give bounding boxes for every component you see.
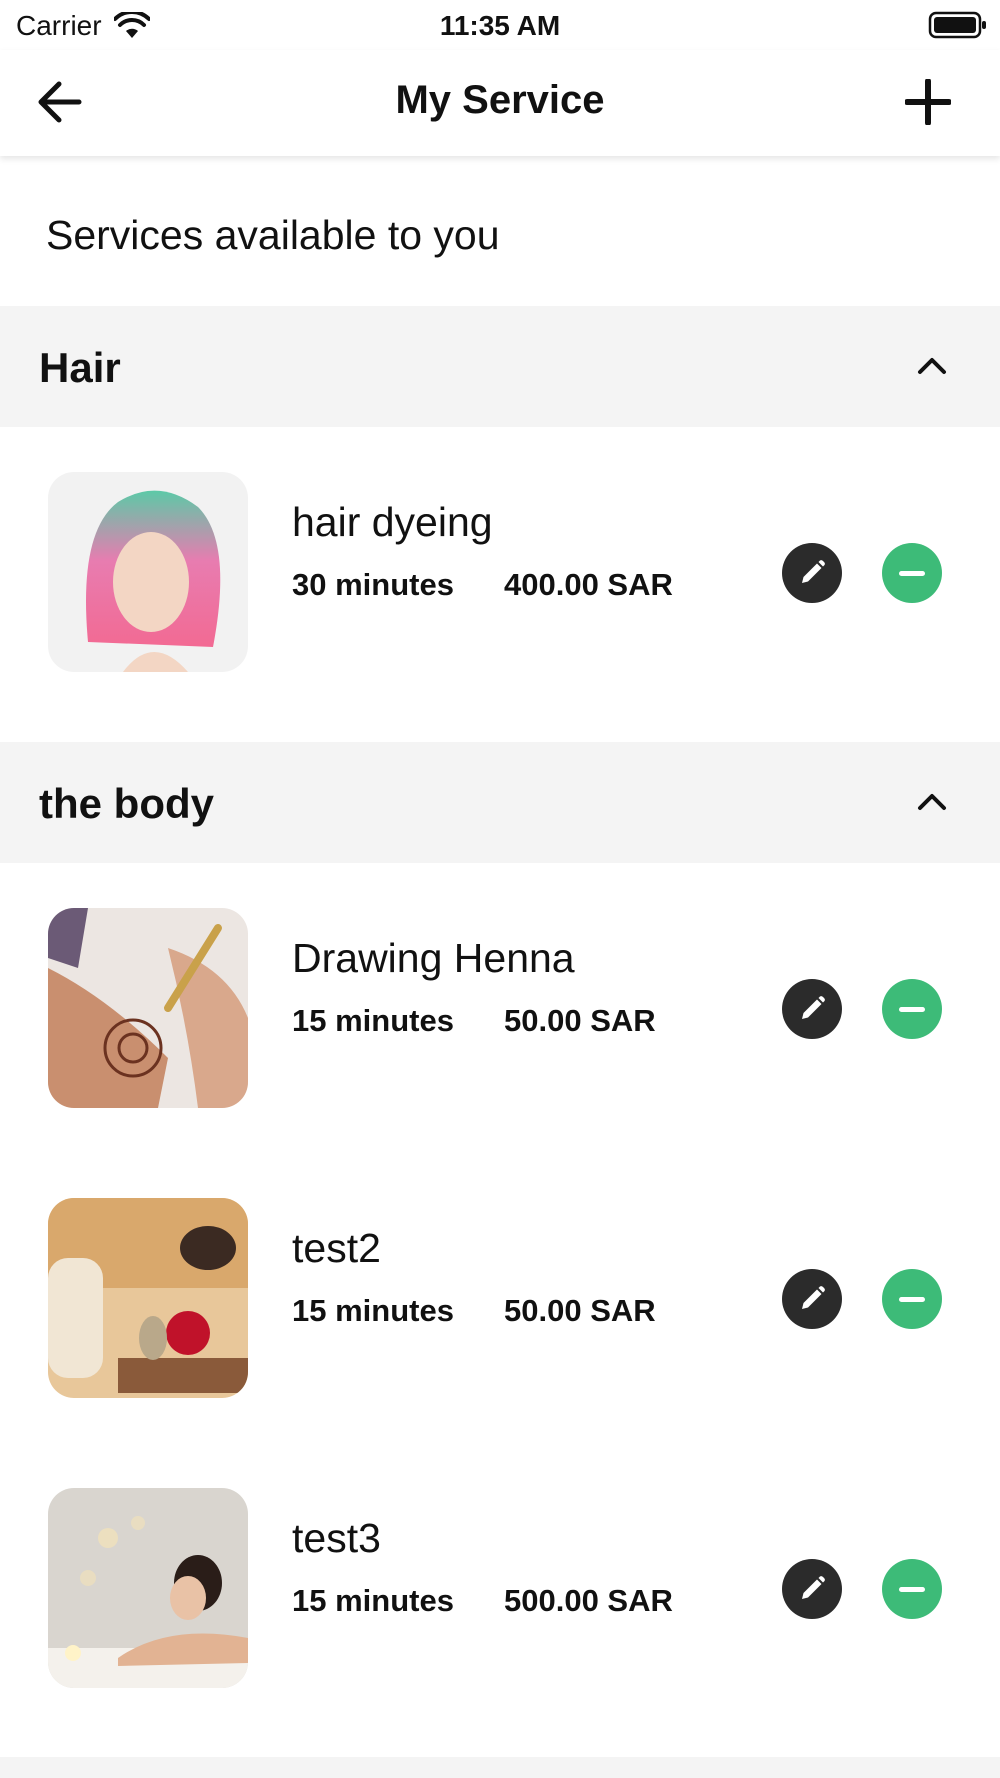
pencil-icon bbox=[802, 560, 825, 583]
service-name: Drawing Henna bbox=[292, 935, 575, 981]
remove-service-button[interactable] bbox=[882, 1559, 942, 1619]
edit-service-button[interactable] bbox=[782, 979, 842, 1039]
section-title: Hair bbox=[39, 344, 121, 391]
pencil-icon bbox=[802, 1286, 825, 1309]
minus-icon bbox=[899, 1296, 925, 1302]
next-section-header-edge bbox=[0, 1757, 1000, 1778]
service-duration: 15 minutes bbox=[292, 1003, 454, 1038]
services-list: Services available to you Hair hair dyei… bbox=[0, 156, 1000, 1733]
section-header-hair[interactable]: Hair bbox=[0, 306, 1000, 427]
section-header-the-body[interactable]: the body bbox=[0, 742, 1000, 863]
service-image bbox=[48, 1488, 248, 1688]
battery-icon bbox=[928, 11, 986, 39]
chevron-up-icon bbox=[918, 358, 946, 374]
remove-service-button[interactable] bbox=[882, 979, 942, 1039]
section-title: the body bbox=[39, 780, 214, 827]
edit-service-button[interactable] bbox=[782, 543, 842, 603]
service-name: hair dyeing bbox=[292, 499, 493, 545]
service-row: test3 15 minutes 500.00 SAR bbox=[0, 1443, 1000, 1733]
service-duration: 30 minutes bbox=[292, 567, 454, 602]
service-name: test2 bbox=[292, 1225, 381, 1271]
minus-icon bbox=[899, 1586, 925, 1592]
services-subtitle: Services available to you bbox=[46, 212, 500, 258]
service-image bbox=[48, 472, 248, 672]
service-name: test3 bbox=[292, 1515, 381, 1561]
service-row: hair dyeing 30 minutes 400.00 SAR bbox=[0, 427, 1000, 742]
service-image bbox=[48, 908, 248, 1108]
minus-icon bbox=[899, 570, 925, 576]
service-image bbox=[48, 1198, 248, 1398]
service-price: 500.00 SAR bbox=[504, 1583, 673, 1618]
service-price: 50.00 SAR bbox=[504, 1293, 656, 1328]
back-button[interactable] bbox=[28, 70, 92, 134]
service-duration: 15 minutes bbox=[292, 1293, 454, 1328]
status-time: 11:35 AM bbox=[439, 10, 561, 41]
page-title: My Service bbox=[395, 78, 605, 122]
service-row: Drawing Henna 15 minutes 50.00 SAR bbox=[0, 863, 1000, 1153]
service-price: 50.00 SAR bbox=[504, 1003, 656, 1038]
chevron-up-icon bbox=[918, 794, 946, 810]
service-duration: 15 minutes bbox=[292, 1583, 454, 1618]
edit-service-button[interactable] bbox=[782, 1559, 842, 1619]
add-service-button[interactable] bbox=[896, 70, 960, 134]
pencil-icon bbox=[802, 1576, 825, 1599]
remove-service-button[interactable] bbox=[882, 1269, 942, 1329]
status-bar: Carrier 11:35 AM bbox=[0, 0, 1000, 50]
arrow-left-icon bbox=[38, 81, 82, 123]
pencil-icon bbox=[802, 996, 825, 1019]
service-row: test2 15 minutes 50.00 SAR bbox=[0, 1153, 1000, 1443]
minus-icon bbox=[899, 1006, 925, 1012]
remove-service-button[interactable] bbox=[882, 543, 942, 603]
plus-icon bbox=[905, 79, 951, 125]
edit-service-button[interactable] bbox=[782, 1269, 842, 1329]
navigation-bar: My Service bbox=[0, 50, 1000, 156]
service-price: 400.00 SAR bbox=[504, 567, 673, 602]
